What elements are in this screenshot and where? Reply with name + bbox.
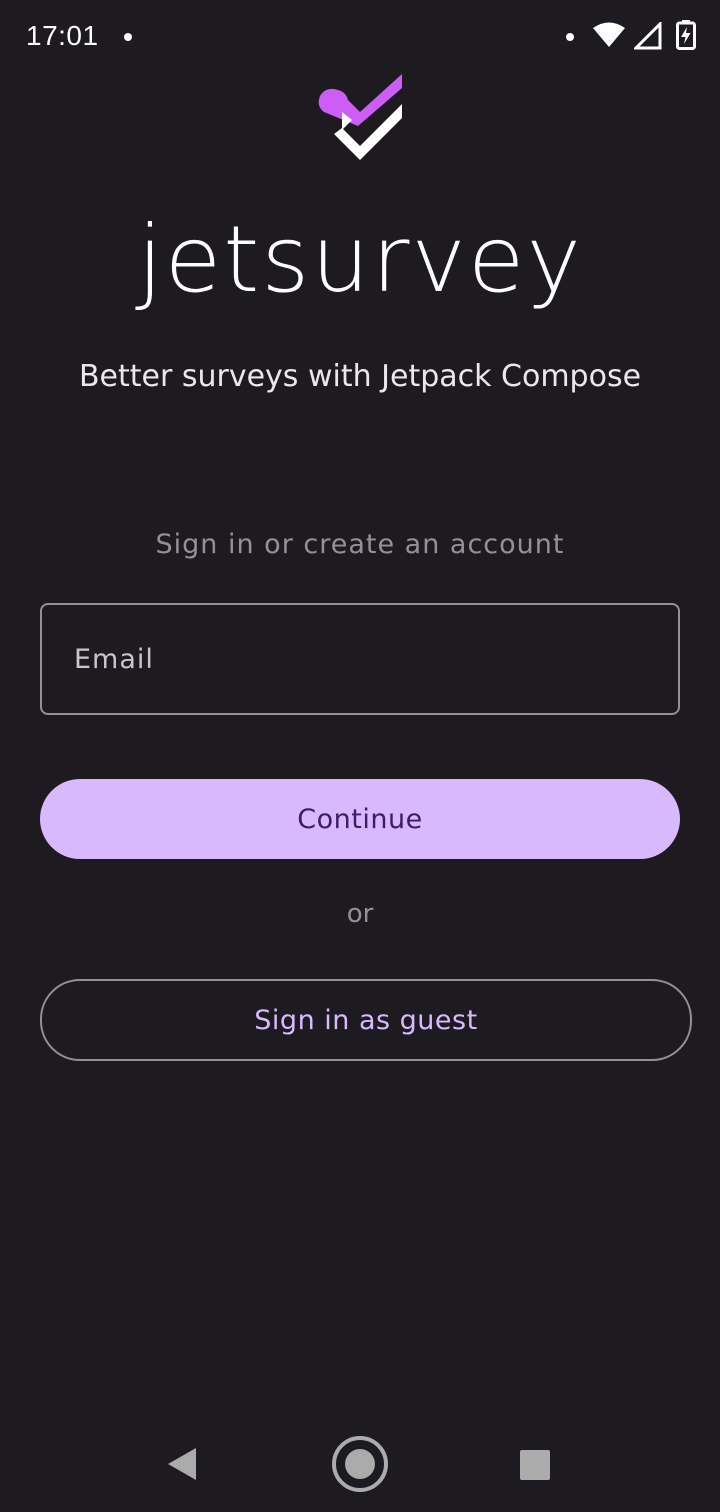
battery-charging-icon bbox=[676, 20, 696, 54]
signin-prompt: Sign in or create an account bbox=[155, 529, 565, 560]
app-wordmark: jetsurvey bbox=[137, 206, 583, 313]
welcome-screen: 17:01 jetsurvey Better surveys with Jetp… bbox=[0, 0, 720, 1512]
email-field[interactable] bbox=[40, 603, 680, 715]
continue-button[interactable]: Continue bbox=[40, 779, 680, 859]
continue-button-label: Continue bbox=[297, 803, 423, 835]
status-bar: 17:01 bbox=[0, 0, 720, 72]
app-tagline: Better surveys with Jetpack Compose bbox=[78, 359, 642, 394]
sign-in-as-guest-button[interactable]: Sign in as guest bbox=[40, 979, 692, 1061]
jetsurvey-logo-icon bbox=[316, 72, 406, 172]
home-icon[interactable] bbox=[331, 1435, 389, 1497]
guest-button-label: Sign in as guest bbox=[254, 1004, 478, 1036]
or-divider-label: or bbox=[346, 899, 374, 929]
wifi-icon bbox=[592, 22, 626, 52]
email-input[interactable] bbox=[42, 605, 678, 713]
notification-dot-icon bbox=[124, 33, 132, 41]
status-dot-icon bbox=[566, 33, 574, 41]
cell-signal-icon bbox=[632, 20, 662, 54]
recents-icon[interactable] bbox=[519, 1449, 551, 1485]
back-icon[interactable] bbox=[166, 1446, 198, 1486]
status-time: 17:01 bbox=[26, 20, 99, 51]
